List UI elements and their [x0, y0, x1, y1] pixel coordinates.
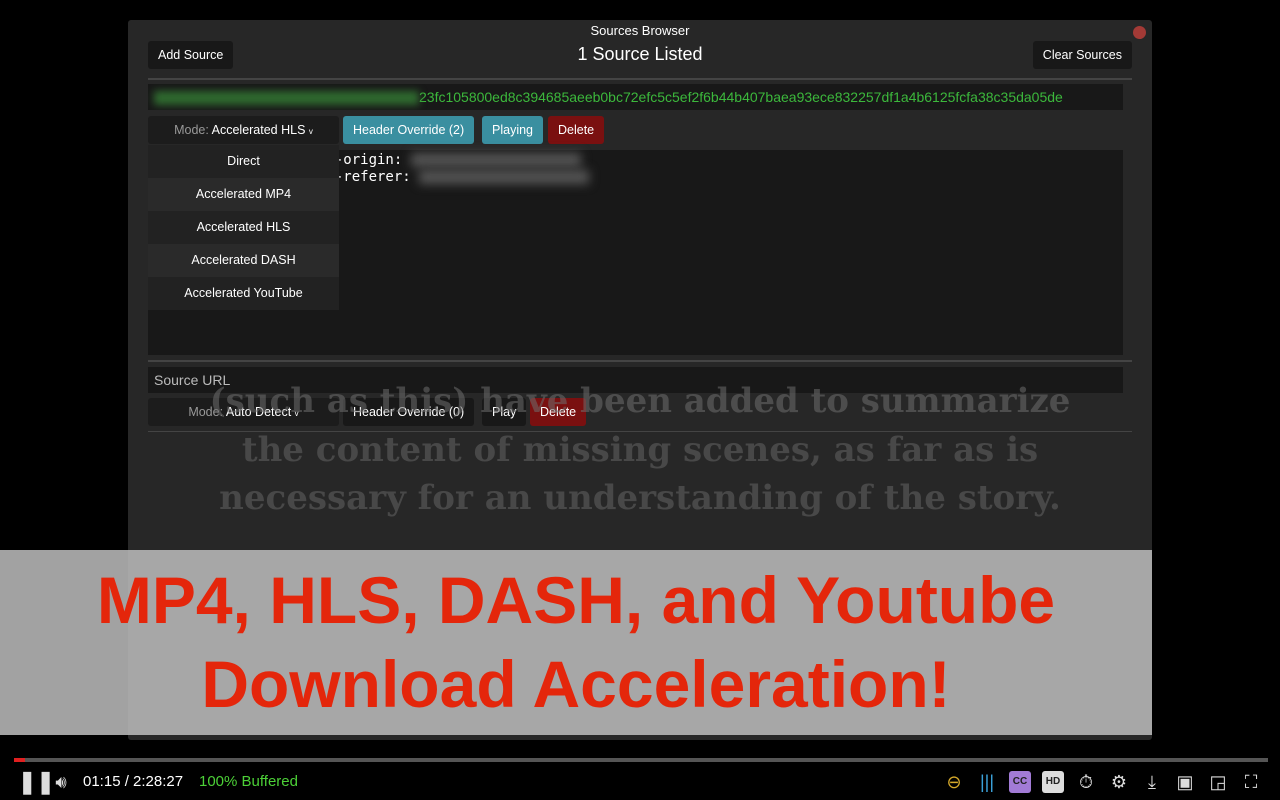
- hd-icon[interactable]: HD: [1042, 771, 1064, 793]
- header-override-button[interactable]: Header Override (2): [343, 116, 475, 144]
- mode-label: Mode:: [174, 123, 209, 137]
- picture-in-picture-icon[interactable]: ◲: [1207, 771, 1229, 793]
- timer-icon[interactable]: ⏱: [1075, 771, 1097, 793]
- mode-value: Auto Detect: [225, 405, 292, 419]
- chevron-down-icon: v: [294, 409, 299, 418]
- image-icon[interactable]: ▣: [1174, 771, 1196, 793]
- window-title: Sources Browser: [590, 23, 690, 38]
- mode-option-hls[interactable]: Accelerated HLS: [148, 211, 339, 244]
- redacted-url: [154, 91, 419, 106]
- mode-option-dash[interactable]: Accelerated DASH: [148, 244, 339, 277]
- url-text: 23fc105800ed8c394685aeeb0bc72efc5c5ef2f6…: [419, 89, 1063, 105]
- mode-option-mp4[interactable]: Accelerated MP4: [148, 178, 339, 211]
- progress-fill: [14, 758, 25, 762]
- audio-wave-icon[interactable]: |||: [976, 771, 998, 793]
- header-override-button-new[interactable]: Header Override (0): [343, 398, 475, 426]
- source-url-input[interactable]: Source URL: [148, 367, 1123, 393]
- background-subtitle: necessary for an understanding of the st…: [219, 478, 1061, 518]
- buffered-status: 100% Buffered: [199, 773, 298, 790]
- pause-icon[interactable]: ❚❚: [18, 771, 55, 793]
- gear-icon[interactable]: ⚙: [1108, 771, 1130, 793]
- volume-icon[interactable]: 🔊︎: [50, 771, 72, 793]
- play-button[interactable]: Play: [482, 398, 527, 426]
- cc-icon[interactable]: CC: [1009, 771, 1031, 793]
- download-icon[interactable]: ⤓: [1141, 771, 1163, 793]
- source-count: 1 Source Listed: [577, 44, 703, 64]
- banner-line: MP4, HLS, DASH, and Youtube: [96, 563, 1056, 637]
- progress-bar[interactable]: [14, 758, 1268, 762]
- playing-button[interactable]: Playing: [482, 116, 543, 144]
- delete-button[interactable]: Delete: [548, 116, 605, 144]
- mode-select-new[interactable]: Mode: Auto Detect v: [148, 398, 339, 426]
- mode-value: Accelerated HLS: [211, 123, 306, 137]
- banner-line: Download Acceleration!: [201, 647, 951, 721]
- background-subtitle: the content of missing scenes, as far as…: [241, 430, 1039, 470]
- time-display: 01:15 / 2:28:27: [83, 773, 184, 790]
- mode-select[interactable]: Mode: Accelerated HLS v: [148, 116, 339, 144]
- divider: [148, 78, 1132, 80]
- promo-banner: MP4, HLS, DASH, and Youtube Download Acc…: [0, 550, 1152, 735]
- mode-dropdown: Direct Accelerated MP4 Accelerated HLS A…: [148, 145, 339, 310]
- close-button[interactable]: [1133, 26, 1146, 39]
- add-source-button[interactable]: Add Source: [148, 41, 234, 69]
- mode-option-direct[interactable]: Direct: [148, 145, 339, 178]
- link-icon[interactable]: ⊖: [943, 771, 965, 793]
- divider: [148, 360, 1132, 362]
- redacted-value: [410, 153, 581, 167]
- fullscreen-icon[interactable]: ⛶: [1240, 771, 1262, 793]
- source-url-field[interactable]: 23fc105800ed8c394685aeeb0bc72efc5c5ef2f6…: [148, 84, 1123, 110]
- delete-button-new[interactable]: Delete: [530, 398, 587, 426]
- mode-option-youtube[interactable]: Accelerated YouTube: [148, 277, 339, 310]
- clear-sources-button[interactable]: Clear Sources: [1032, 41, 1132, 69]
- mode-label: Mode:: [188, 405, 224, 419]
- chevron-down-icon: v: [308, 127, 313, 136]
- redacted-value: [419, 170, 590, 184]
